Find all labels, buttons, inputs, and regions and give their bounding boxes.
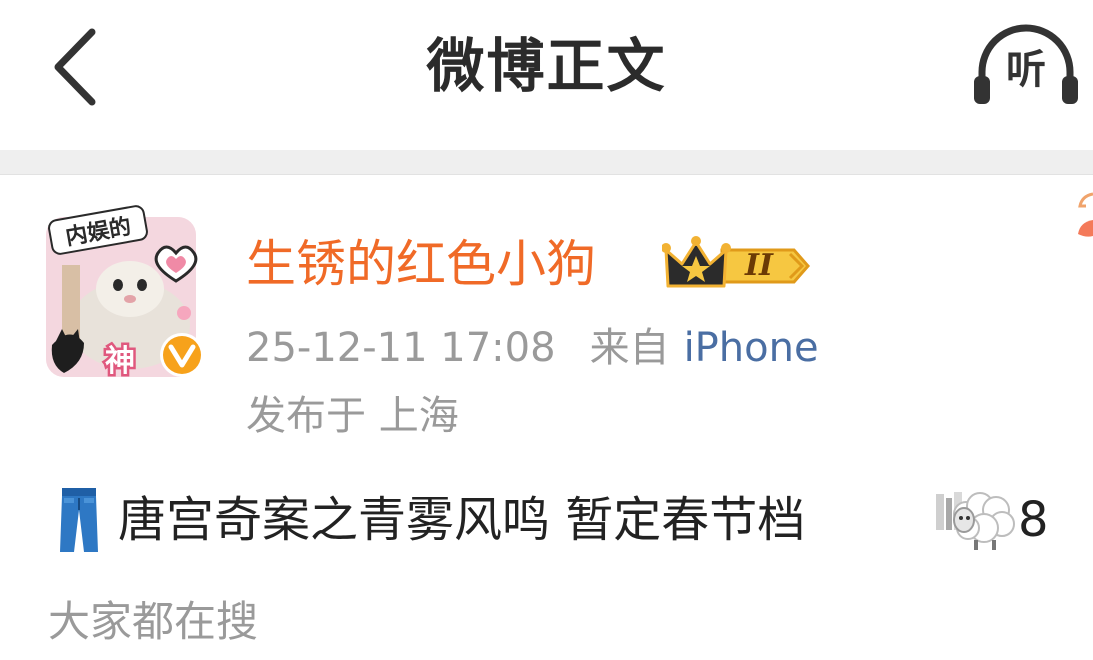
member-badge[interactable]: II [662, 236, 810, 296]
listen-label: 听 [1006, 47, 1046, 93]
post-datetime: 25-12-11 17:08 [246, 325, 556, 371]
verified-v-icon [160, 333, 204, 377]
post-trailing-number: 8 [1018, 492, 1049, 548]
source-label: 来自 [589, 325, 670, 371]
jeans-icon [60, 488, 98, 552]
decoration-icon [1078, 192, 1093, 237]
member-level: II [744, 248, 774, 283]
trending-search-label: 大家都在搜 [48, 597, 259, 646]
section-divider [0, 150, 1093, 175]
avatar-caption-bottom: 神 [105, 344, 135, 379]
post-location: 发布于 上海 [246, 393, 459, 439]
sheep-icon [953, 492, 1015, 550]
top-nav-bar: 微博正文 听 [0, 0, 1093, 150]
source-device[interactable]: iPhone [684, 325, 819, 371]
author-name[interactable]: 生锈的红色小狗 [246, 228, 596, 300]
post-text[interactable]: 唐宫奇案之青雾风鸣 暂定春节档 [118, 480, 805, 560]
page-title: 微博正文 [426, 32, 667, 100]
avatar-frame: 内娱的 神 [46, 205, 204, 382]
listen-button[interactable]: 听 [968, 20, 1084, 120]
post-meta: 25-12-11 17:08 来自 iPhone [246, 318, 819, 378]
avatar[interactable]: 内娱的 神 [40, 205, 206, 385]
